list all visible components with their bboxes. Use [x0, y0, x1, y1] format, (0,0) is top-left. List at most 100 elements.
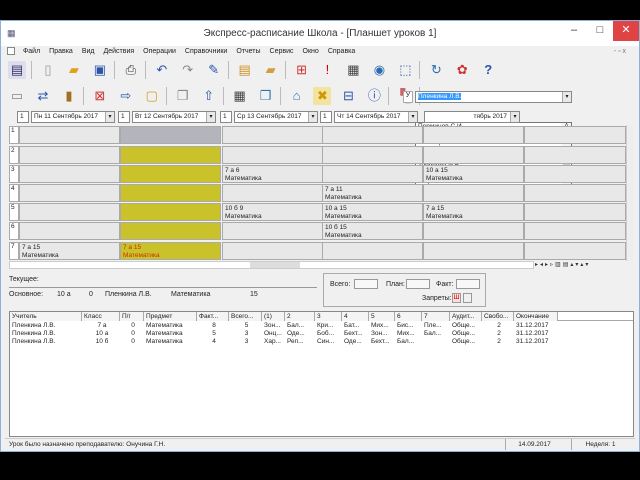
- lesson-cell[interactable]: 10 б 9 Математика: [222, 203, 323, 221]
- day-date-combo[interactable]: Ср 13 Сентябрь 2017 ▾: [234, 111, 318, 123]
- column-header[interactable]: Класс: [82, 312, 120, 321]
- schedule-cell[interactable]: [19, 222, 120, 240]
- lesson-cell[interactable]: 10 а 15 Математика: [322, 203, 423, 221]
- schedule-cell[interactable]: [222, 146, 323, 164]
- chevron-down-icon[interactable]: ▾: [510, 112, 519, 122]
- minimize-button[interactable]: –: [561, 21, 587, 41]
- column-header[interactable]: Факт...: [197, 312, 229, 321]
- book-icon[interactable]: ⊞: [293, 61, 311, 79]
- column-header[interactable]: 5: [369, 312, 395, 321]
- delete-lesson-icon[interactable]: ⊠: [91, 87, 109, 105]
- week-field[interactable]: 1: [118, 111, 130, 123]
- schedule-cell[interactable]: [322, 146, 423, 164]
- chevron-down-icon[interactable]: ▾: [408, 112, 417, 122]
- column-header[interactable]: 3: [315, 312, 342, 321]
- schedule-cell[interactable]: [423, 222, 524, 240]
- open-book-icon[interactable]: ⊟: [339, 87, 357, 105]
- column-header[interactable]: Учитель: [10, 312, 82, 321]
- schedule-cell[interactable]: [222, 126, 323, 144]
- globe-icon[interactable]: ◉: [370, 61, 388, 79]
- column-header[interactable]: Свобо...: [482, 312, 514, 321]
- column-header[interactable]: Предмет: [144, 312, 197, 321]
- table-row[interactable]: Пленкина Л.В. 10 б 0 Математика 4 3 Хар... Реп.…: [10, 338, 633, 346]
- schedule-cell[interactable]: [19, 184, 120, 202]
- alert-doc-icon[interactable]: !: [318, 61, 336, 79]
- schedule-cell[interactable]: [423, 184, 524, 202]
- schedule-cell[interactable]: [19, 126, 120, 144]
- menu-item[interactable]: Правка: [49, 48, 73, 55]
- menu-item[interactable]: Файл: [23, 48, 40, 55]
- plan-field[interactable]: [406, 279, 430, 289]
- menu-item[interactable]: Справка: [328, 48, 355, 55]
- fact-field[interactable]: [456, 279, 480, 289]
- lesson-cell[interactable]: 7 а 15 Математика: [423, 203, 524, 221]
- bans-field[interactable]: Ш: [452, 293, 461, 303]
- day-date-combo[interactable]: Чт 14 Сентябрь 2017 ▾: [334, 111, 418, 123]
- mdi-controls[interactable]: - ▫ x: [614, 46, 626, 58]
- schedule-cell[interactable]: [524, 184, 626, 202]
- edit-icon[interactable]: ✎: [205, 61, 223, 79]
- chevron-down-icon[interactable]: ▾: [206, 112, 215, 122]
- menu-item[interactable]: Отчеты: [236, 48, 260, 55]
- day-date-combo[interactable]: Вт 12 Сентябрь 2017 ▾: [132, 111, 216, 123]
- schedule-cell[interactable]: [524, 126, 626, 144]
- schedule-cell[interactable]: [222, 222, 323, 240]
- close-button[interactable]: ✕: [613, 21, 639, 41]
- week-field[interactable]: 1: [220, 111, 232, 123]
- table-row[interactable]: Пленкина Л.В. 10 а 0 Математика 5 3 Онц... Оде.…: [10, 330, 633, 338]
- column-header[interactable]: (1): [262, 312, 285, 321]
- day-date-combo[interactable]: тябрь 2017 ▾: [424, 111, 520, 123]
- swap-icon[interactable]: ⇄: [34, 87, 52, 105]
- column-header[interactable]: Всего...: [229, 312, 262, 321]
- schedule-cell[interactable]: [423, 126, 524, 144]
- lesson-cell[interactable]: 7 а 11 Математика: [322, 184, 423, 202]
- column-header[interactable]: 7: [422, 312, 450, 321]
- day-date-combo[interactable]: Пн 11 Сентябрь 2017 ▾: [31, 111, 115, 123]
- menu-item[interactable]: Операции: [143, 48, 176, 55]
- chevron-down-icon[interactable]: ▾: [105, 112, 114, 122]
- menu-item[interactable]: Действия: [104, 48, 135, 55]
- column-header[interactable]: Окончание: [514, 312, 558, 321]
- table-row[interactable]: Пленкина Л.В. 7 а 0 Математика 8 5 Зон... Бал..…: [10, 322, 633, 330]
- maximize-button[interactable]: □: [587, 21, 613, 41]
- schedule-cell[interactable]: [524, 146, 626, 164]
- flower-icon[interactable]: ✿: [453, 61, 471, 79]
- column-header[interactable]: П/г: [120, 312, 144, 321]
- schedule-cell[interactable]: [222, 184, 323, 202]
- windows-icon[interactable]: ❒: [257, 87, 275, 105]
- schedule-cell[interactable]: [423, 242, 524, 260]
- printer-color-icon[interactable]: ▤: [236, 61, 254, 79]
- menu-item[interactable]: Вид: [82, 48, 95, 55]
- chevron-down-icon[interactable]: ▾: [562, 92, 571, 102]
- redo-icon[interactable]: ↷: [179, 61, 197, 79]
- door-icon[interactable]: ▮: [60, 87, 78, 105]
- new-file-icon[interactable]: ▯: [39, 61, 57, 79]
- schedule-cell[interactable]: [19, 146, 120, 164]
- calendar-icon[interactable]: ▦: [231, 87, 249, 105]
- grid-horizontal-scrollbar[interactable]: [9, 261, 534, 269]
- info-doc-icon[interactable]: ⓘ: [365, 87, 383, 105]
- schedule-cell[interactable]: [19, 203, 120, 221]
- column-header[interactable]: 6: [395, 312, 422, 321]
- tools-icon[interactable]: ✖: [313, 87, 332, 105]
- schedule-cell[interactable]: [524, 203, 626, 221]
- lesson-cell[interactable]: 10 а 15 Математика: [423, 165, 524, 183]
- print-icon[interactable]: ⎙: [122, 61, 140, 79]
- upload-icon[interactable]: ⇧: [200, 87, 218, 105]
- menu-item[interactable]: Справочники: [185, 48, 227, 55]
- open-folder-icon[interactable]: ▰: [65, 61, 83, 79]
- grid-vertical-scrollbar[interactable]: [626, 125, 634, 261]
- chevron-down-icon[interactable]: ▾: [308, 112, 317, 122]
- schedule-cell[interactable]: [120, 126, 221, 144]
- abacus-icon[interactable]: ▦: [344, 61, 362, 79]
- column-header[interactable]: Аудит...: [450, 312, 482, 321]
- column-header[interactable]: 4: [342, 312, 369, 321]
- tag-icon[interactable]: ▭: [8, 87, 26, 105]
- schedule-cell[interactable]: [120, 165, 221, 183]
- schedule-cell[interactable]: [19, 165, 120, 183]
- lesson-cell[interactable]: 10 б 15 Математика: [322, 222, 423, 240]
- schedule-cell[interactable]: [120, 184, 221, 202]
- folder-docs-icon[interactable]: ▰: [262, 61, 280, 79]
- schedule-cell[interactable]: [423, 146, 524, 164]
- schedule-cell[interactable]: [322, 126, 423, 144]
